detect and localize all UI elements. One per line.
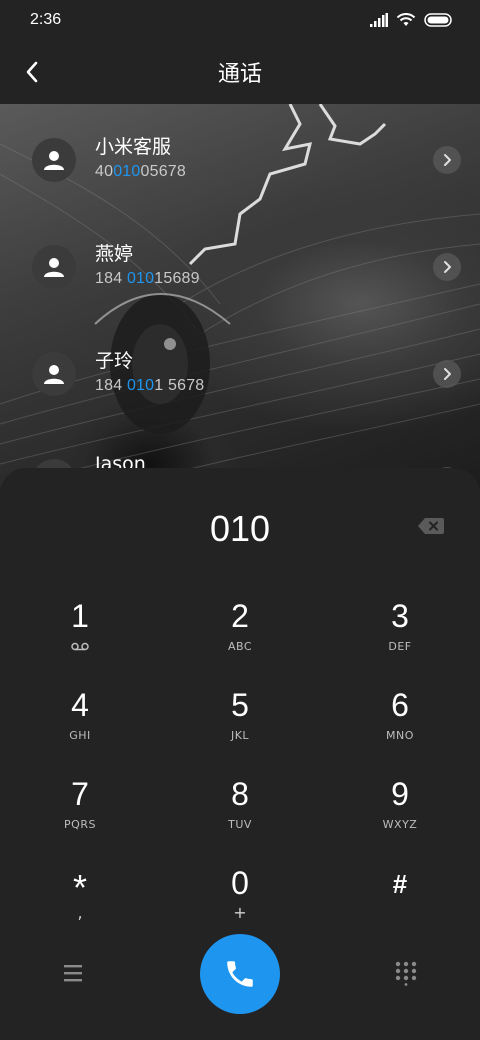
key-digit: 5	[231, 687, 249, 723]
wifi-icon	[396, 13, 416, 26]
menu-icon	[64, 965, 82, 982]
contact-detail-button[interactable]	[433, 253, 461, 281]
key-3[interactable]: 3 DEF	[340, 598, 460, 670]
dialpad-toggle-button[interactable]	[394, 960, 418, 986]
contact-detail-button[interactable]	[433, 360, 461, 388]
key-digit: 9	[391, 776, 409, 812]
key-star[interactable]: * ,	[20, 865, 140, 937]
key-letters: DEF	[388, 640, 412, 653]
match-highlight: 010	[113, 163, 141, 180]
phone-icon	[227, 961, 253, 987]
key-9[interactable]: 9 WXYZ	[340, 776, 460, 848]
key-sub: ,	[77, 903, 83, 922]
chevron-right-icon	[444, 261, 451, 273]
key-digit: 3	[391, 598, 409, 634]
contact-avatar	[32, 138, 76, 182]
voicemail-icon	[71, 642, 89, 651]
key-7[interactable]: 7 PQRS	[20, 776, 140, 848]
app-header: 通话	[0, 40, 480, 104]
status-time: 2:36	[30, 11, 62, 28]
key-digit: 6	[391, 687, 409, 723]
signal-icon	[370, 13, 388, 27]
key-8[interactable]: 8 TUV	[180, 776, 300, 848]
person-icon	[44, 258, 64, 277]
status-icons	[370, 12, 454, 28]
key-letters: PQRS	[64, 818, 96, 831]
contact-name: 燕婷	[95, 243, 134, 265]
key-2[interactable]: 2 ABC	[180, 598, 300, 670]
key-digit: 8	[231, 776, 249, 812]
backspace-icon	[418, 518, 444, 534]
dialer-panel: 010 1 2 ABC 3 DEF 4 GHI 5 JKL 6 MNO 7 PQ…	[0, 468, 480, 1040]
key-letters: MNO	[386, 729, 414, 742]
dial-input[interactable]: 010	[0, 508, 480, 550]
key-letters: JKL	[230, 729, 250, 742]
key-4[interactable]: 4 GHI	[20, 687, 140, 759]
key-hash[interactable]: #	[340, 865, 460, 937]
contact-name: 小米客服	[95, 136, 172, 158]
page-title: 通话	[217, 62, 262, 87]
contact-detail-button[interactable]	[433, 146, 461, 174]
chevron-right-icon	[444, 154, 451, 166]
person-icon	[44, 365, 64, 384]
key-6[interactable]: 6 MNO	[340, 687, 460, 759]
key-0[interactable]: 0 +	[180, 865, 300, 937]
contact-avatar	[32, 245, 76, 289]
match-highlight: 010	[126, 377, 155, 394]
contact-row[interactable]: 子玲 184 0101 5678	[0, 338, 480, 418]
contact-row[interactable]: 小米客服 4001005678	[0, 124, 480, 204]
key-1[interactable]: 1	[20, 598, 140, 670]
battery-icon	[424, 13, 452, 27]
contact-name: 子玲	[95, 350, 134, 372]
call-button[interactable]	[200, 934, 280, 1014]
key-digit: 0	[231, 865, 249, 901]
key-5[interactable]: 5 JKL	[180, 687, 300, 759]
key-letters: TUV	[228, 818, 252, 831]
dialpad-icon	[395, 961, 417, 986]
person-icon	[44, 151, 64, 170]
key-sub: +	[233, 903, 247, 922]
key-digit: 2	[231, 598, 249, 634]
key-digit: #	[392, 869, 408, 899]
key-digit: 1	[71, 598, 89, 634]
chevron-right-icon	[444, 368, 451, 380]
contact-row[interactable]: 燕婷 184 01015689	[0, 231, 480, 311]
menu-button[interactable]	[60, 962, 88, 984]
key-letters: GHI	[69, 729, 91, 742]
contact-number: 184 01015689	[95, 270, 200, 287]
contact-number: 184 0101 5678	[95, 377, 205, 394]
backspace-button[interactable]	[416, 514, 446, 538]
status-bar: 2:36	[0, 0, 480, 40]
contact-number: 4001005678	[95, 163, 186, 180]
match-highlight: 010	[126, 270, 155, 287]
key-digit: 4	[71, 687, 89, 723]
key-letters: WXYZ	[382, 818, 418, 831]
contact-avatar	[32, 352, 76, 396]
search-results[interactable]: 小米客服 4001005678 燕婷 184 01015689 子玲 184 0…	[0, 104, 480, 524]
key-digit: 7	[71, 776, 89, 812]
key-letters: ABC	[227, 640, 253, 653]
